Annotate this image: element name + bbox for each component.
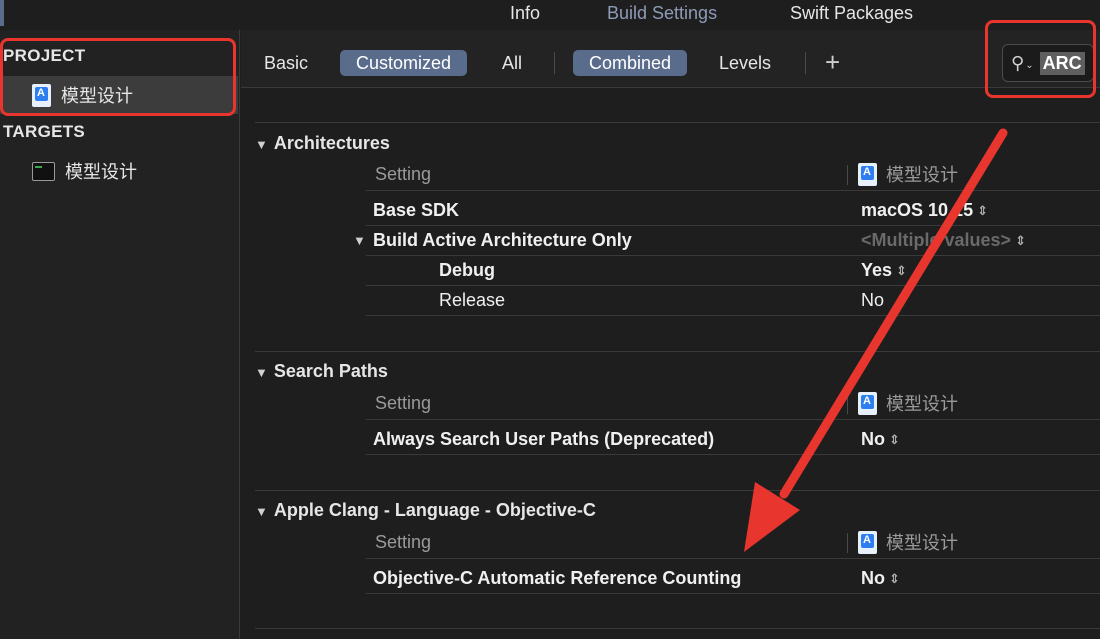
column-header-row: Setting 模型设计 (366, 527, 1100, 559)
stepper-icon[interactable]: ⇕ (1015, 233, 1026, 248)
project-column-label: 模型设计 (886, 533, 958, 553)
project-column-header[interactable]: 模型设计 (858, 529, 958, 555)
section-divider (255, 122, 1100, 123)
filter-customized-button[interactable]: Customized (340, 50, 468, 76)
sidebar-item-label: 模型设计 (65, 162, 137, 182)
tab-swift-packages[interactable]: Swift Packages (790, 3, 913, 24)
setting-value[interactable]: No ⇕ (861, 429, 900, 450)
disclosure-triangle-icon[interactable]: ▼ (255, 137, 268, 152)
column-divider (847, 394, 848, 414)
setting-value[interactable]: No ⇕ (861, 568, 900, 589)
stepper-icon[interactable]: ⇕ (977, 203, 988, 218)
setting-value[interactable]: macOS 10.15 ⇕ (861, 200, 988, 221)
divider (805, 52, 806, 74)
section-search-paths[interactable]: ▼ Search Paths (255, 361, 388, 382)
setting-name: Base SDK (373, 200, 460, 220)
setting-row-arc[interactable]: Objective-C Automatic Reference Counting… (366, 564, 1100, 594)
setting-row[interactable]: Always Search User Paths (Deprecated) No… (366, 425, 1100, 455)
filter-all-button[interactable]: All (486, 50, 538, 76)
column-header-row: Setting 模型设计 (366, 388, 1100, 420)
project-column-label: 模型设计 (886, 394, 958, 414)
setting-name: Build Active Architecture Only (373, 230, 632, 250)
tab-info[interactable]: Info (510, 3, 540, 24)
setting-row-release[interactable]: Release No (366, 286, 1100, 316)
chevron-down-icon[interactable]: ⌄ (1025, 60, 1033, 71)
top-tab-bar: Info Build Settings Swift Packages (0, 0, 1100, 30)
stepper-icon[interactable]: ⇕ (889, 432, 900, 447)
xcode-project-icon (858, 530, 877, 554)
project-column-header[interactable]: 模型设计 (858, 161, 958, 187)
setting-value[interactable]: <Multiple values> ⇕ (861, 230, 1026, 251)
setting-name: Always Search User Paths (Deprecated) (373, 429, 715, 449)
project-header: PROJECT (3, 46, 86, 65)
tab-build-settings[interactable]: Build Settings (607, 3, 717, 24)
project-column-label: 模型设计 (886, 165, 958, 185)
project-navigator: PROJECT 模型设计 TARGETS 模型设计 (0, 30, 240, 639)
view-levels-button[interactable]: Levels (703, 50, 787, 76)
sidebar-item-target[interactable]: 模型设计 (0, 152, 238, 190)
sidebar-item-project[interactable]: 模型设计 (0, 76, 238, 114)
window-edge (0, 0, 4, 26)
filter-bar: Basic Customized All Combined Levels + ⚲… (241, 30, 1100, 88)
setting-name: Release (439, 290, 506, 310)
xcode-project-icon (858, 391, 877, 415)
section-divider (255, 490, 1100, 491)
build-settings-editor: Basic Customized All Combined Levels + ⚲… (241, 30, 1100, 639)
search-field[interactable]: ⚲ ⌄ ARC (1002, 44, 1094, 82)
section-architectures[interactable]: ▼ Architectures (255, 133, 390, 154)
terminal-target-icon (32, 161, 55, 181)
setting-value[interactable]: Yes ⇕ (861, 260, 907, 281)
setting-column-label: Setting (375, 393, 432, 413)
stepper-icon[interactable]: ⇕ (889, 571, 900, 586)
add-setting-button[interactable]: + (825, 47, 840, 77)
disclosure-triangle-icon[interactable]: ▼ (255, 365, 268, 380)
targets-header: TARGETS (3, 122, 86, 141)
disclosure-triangle-icon[interactable]: ▼ (353, 233, 366, 248)
section-title: Architectures (273, 133, 390, 153)
xcode-project-icon (32, 83, 51, 107)
setting-name: Debug (439, 260, 495, 280)
view-combined-button[interactable]: Combined (573, 50, 688, 76)
filter-basic-button[interactable]: Basic (248, 50, 324, 76)
xcode-project-icon (858, 162, 877, 186)
setting-column-label: Setting (375, 532, 432, 552)
setting-value[interactable]: No (861, 290, 884, 311)
divider (554, 52, 555, 74)
section-divider (255, 628, 1100, 629)
setting-row[interactable]: ▼ Build Active Architecture Only <Multip… (353, 226, 1100, 256)
section-title: Search Paths (273, 361, 388, 381)
disclosure-triangle-icon[interactable]: ▼ (255, 504, 268, 519)
search-input[interactable]: ARC (1039, 51, 1085, 75)
column-header-row: Setting 模型设计 (366, 159, 1100, 191)
stepper-icon[interactable]: ⇕ (896, 263, 907, 278)
setting-name: Objective-C Automatic Reference Counting (373, 568, 742, 588)
search-icon: ⚲ (1011, 52, 1025, 73)
setting-row[interactable]: Base SDK macOS 10.15 ⇕ (366, 196, 1100, 226)
project-column-header[interactable]: 模型设计 (858, 390, 958, 416)
setting-row-debug[interactable]: Debug Yes ⇕ (366, 256, 1100, 286)
setting-column-label: Setting (375, 164, 432, 184)
column-divider (847, 533, 848, 553)
sidebar-item-label: 模型设计 (61, 86, 133, 106)
section-title: Apple Clang - Language - Objective-C (273, 500, 596, 520)
column-divider (847, 165, 848, 185)
section-divider (255, 351, 1100, 352)
section-clang-objc[interactable]: ▼ Apple Clang - Language - Objective-C (255, 500, 596, 521)
